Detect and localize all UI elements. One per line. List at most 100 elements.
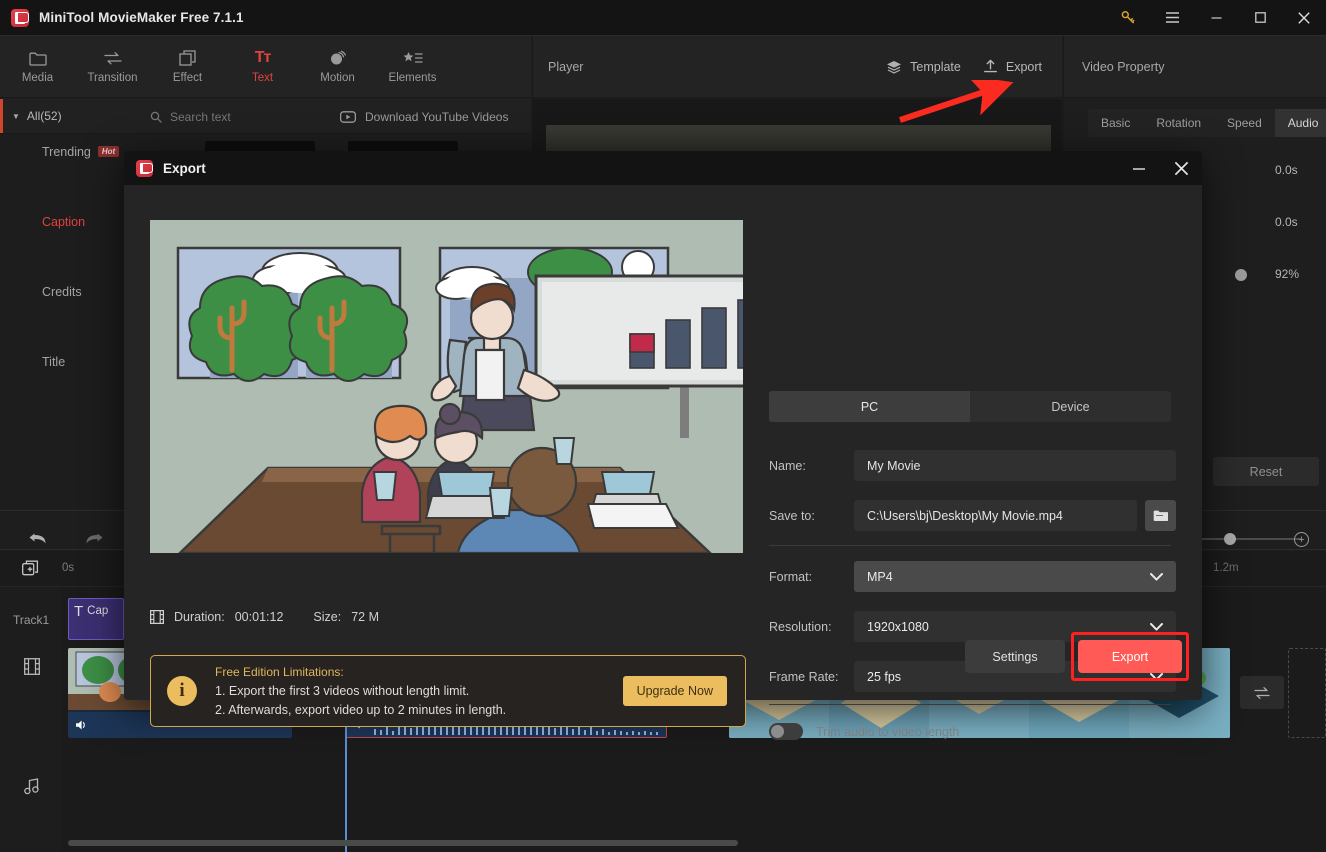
search-placeholder: Search text bbox=[170, 110, 231, 124]
chevron-down-icon: ▼ bbox=[12, 112, 20, 121]
zoom-slider-knob[interactable] bbox=[1224, 533, 1236, 545]
trim-audio-toggle[interactable] bbox=[769, 723, 803, 740]
tab-audio[interactable]: Audio bbox=[1275, 109, 1326, 137]
export-dialog-body: Duration: 00:01:12 Size: 72 M i Free Edi… bbox=[124, 185, 1202, 700]
export-dialog-titlebar: Export bbox=[124, 151, 1202, 185]
redo-button[interactable] bbox=[84, 530, 104, 546]
maximize-icon bbox=[1254, 11, 1267, 24]
tab-speed[interactable]: Speed bbox=[1214, 109, 1275, 137]
settings-button[interactable]: Settings bbox=[965, 640, 1065, 673]
toolbar-label-transition: Transition bbox=[87, 72, 137, 84]
tab-device[interactable]: Device bbox=[970, 391, 1171, 422]
library-all-dropdown[interactable]: ▼ All(52) bbox=[12, 109, 62, 123]
application-window: MiniTool MovieMaker Free 7.1.1 bbox=[0, 0, 1326, 852]
timeline-horizontal-scrollbar[interactable] bbox=[68, 840, 738, 846]
film-icon bbox=[150, 610, 164, 624]
close-button[interactable] bbox=[1282, 0, 1326, 36]
dialog-close-button[interactable] bbox=[1160, 151, 1202, 185]
window-controls bbox=[1106, 0, 1326, 36]
layers-icon bbox=[886, 60, 902, 74]
toolbar-label-elements: Elements bbox=[389, 72, 437, 84]
trim-audio-label: Trim audio to video length bbox=[816, 725, 959, 739]
toolbar-item-effect[interactable]: Effect bbox=[150, 36, 225, 98]
toolbar-item-elements[interactable]: Elements bbox=[375, 36, 450, 98]
export-meta-row: Duration: 00:01:12 Size: 72 M bbox=[150, 610, 379, 624]
trim-audio-row: Trim audio to video length bbox=[769, 723, 959, 740]
property-header: Video Property bbox=[1063, 36, 1326, 98]
frame-rate-label: Frame Rate: bbox=[769, 670, 854, 684]
field-row-save-to: Save to: C:\Users\bj\Desktop\My Movie.mp… bbox=[769, 500, 1176, 531]
export-button[interactable]: Export bbox=[1078, 640, 1182, 673]
volume-slider-knob[interactable] bbox=[1235, 269, 1247, 281]
timeline-time-start: 0s bbox=[62, 562, 74, 574]
resolution-label: Resolution: bbox=[769, 620, 854, 634]
license-key-button[interactable] bbox=[1106, 0, 1150, 36]
chevron-down-icon bbox=[1150, 623, 1163, 631]
info-icon: i bbox=[167, 676, 197, 706]
player-header: Player Template Export bbox=[532, 36, 1062, 98]
track1-label: Track1 bbox=[13, 613, 49, 627]
format-value: MP4 bbox=[867, 570, 893, 584]
app-title: MiniTool MovieMaker Free 7.1.1 bbox=[39, 10, 244, 25]
undo-button[interactable] bbox=[28, 530, 48, 546]
minimize-button[interactable] bbox=[1194, 0, 1238, 36]
size-value: 72 M bbox=[351, 610, 379, 624]
effect-icon bbox=[179, 49, 197, 67]
close-icon bbox=[1297, 11, 1311, 25]
toolbar-item-transition[interactable]: Transition bbox=[75, 36, 150, 98]
dialog-logo-icon bbox=[136, 160, 153, 177]
tab-basic[interactable]: Basic bbox=[1088, 109, 1143, 137]
template-button[interactable]: Template bbox=[886, 60, 961, 74]
field-row-format: Format: MP4 bbox=[769, 561, 1176, 592]
timeline-empty-slot[interactable] bbox=[1288, 648, 1326, 738]
toolbar-label-text: Text bbox=[252, 72, 273, 84]
hot-badge: Hot bbox=[98, 146, 119, 157]
resolution-value: 1920x1080 bbox=[867, 620, 929, 634]
close-icon bbox=[1173, 160, 1190, 177]
notice-line-1: 1. Export the first 3 videos without len… bbox=[215, 684, 506, 698]
export-upload-icon bbox=[983, 59, 998, 74]
download-youtube-button[interactable]: Download YouTube Videos bbox=[340, 99, 508, 134]
reset-button[interactable]: Reset bbox=[1213, 457, 1319, 486]
format-select[interactable]: MP4 bbox=[854, 561, 1176, 592]
frame-rate-value: 25 fps bbox=[867, 670, 901, 684]
transition-icon bbox=[103, 49, 123, 67]
search-input[interactable]: Search text bbox=[150, 99, 231, 134]
name-input[interactable]: My Movie bbox=[854, 450, 1176, 481]
toolbar-item-media[interactable]: Media bbox=[0, 36, 75, 98]
swap-clip-button[interactable] bbox=[1240, 676, 1284, 709]
zoom-slider-track[interactable] bbox=[1196, 538, 1301, 540]
speaker-icon[interactable] bbox=[75, 719, 88, 731]
export-dialog: Export bbox=[124, 151, 1202, 700]
save-to-input[interactable]: C:\Users\bj\Desktop\My Movie.mp4 bbox=[854, 500, 1137, 531]
maximize-button[interactable] bbox=[1238, 0, 1282, 36]
property-tabs: Basic Rotation Speed Audio bbox=[1088, 109, 1326, 137]
export-header-label: Export bbox=[1006, 60, 1042, 74]
browse-folder-button[interactable] bbox=[1145, 500, 1176, 531]
dialog-minimize-button[interactable] bbox=[1118, 151, 1160, 185]
toolbar-label-motion: Motion bbox=[320, 72, 355, 84]
minimize-icon bbox=[1210, 11, 1223, 24]
add-media-icon[interactable] bbox=[22, 560, 39, 577]
elements-icon bbox=[403, 49, 423, 67]
timeline-text-clip[interactable]: T Cap bbox=[68, 598, 124, 640]
notice-line-2: 2. Afterwards, export video up to 2 minu… bbox=[215, 703, 506, 717]
menu-button[interactable] bbox=[1150, 0, 1194, 36]
upgrade-now-button[interactable]: Upgrade Now bbox=[623, 676, 727, 706]
export-header-button[interactable]: Export bbox=[983, 59, 1042, 74]
toolbar-item-motion[interactable]: Motion bbox=[300, 36, 375, 98]
chevron-down-icon bbox=[1150, 573, 1163, 581]
motion-icon bbox=[329, 49, 347, 67]
form-divider-2 bbox=[769, 704, 1171, 705]
toolbar-item-text[interactable]: Tт Text bbox=[225, 36, 300, 98]
notice-text-block: Free Edition Limitations: 1. Export the … bbox=[215, 665, 506, 717]
tab-pc[interactable]: PC bbox=[769, 391, 970, 422]
zoom-in-button[interactable]: + bbox=[1294, 532, 1309, 547]
library-category-label: Credits bbox=[42, 285, 82, 299]
toolbar-label-effect: Effect bbox=[173, 72, 202, 84]
player-label: Player bbox=[548, 60, 583, 74]
app-logo-icon bbox=[11, 9, 29, 27]
hamburger-icon bbox=[1165, 11, 1180, 24]
search-icon bbox=[150, 111, 162, 123]
tab-rotation[interactable]: Rotation bbox=[1143, 109, 1214, 137]
